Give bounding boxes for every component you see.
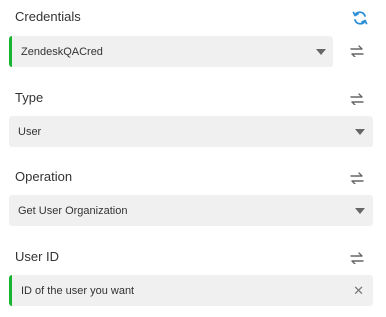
user-id-label: User ID xyxy=(15,249,60,264)
swap-arrows-icon[interactable] xyxy=(349,43,365,59)
type-select[interactable]: User xyxy=(9,116,373,147)
node-parameters-panel: Credentials ZendeskQACred Type User Oper… xyxy=(0,0,386,317)
type-value: User xyxy=(18,125,42,138)
operation-label: Operation xyxy=(15,169,73,184)
user-id-value: ID of the user you want xyxy=(21,284,135,297)
swap-arrows-icon[interactable] xyxy=(349,170,365,186)
swap-arrows-icon[interactable] xyxy=(349,91,365,107)
user-id-input[interactable]: ID of the user you want ✕ xyxy=(9,275,373,306)
chevron-down-icon xyxy=(355,129,365,135)
operation-value: Get User Organization xyxy=(18,204,128,217)
credentials-value: ZendeskQACred xyxy=(21,45,103,58)
type-label: Type xyxy=(15,90,44,105)
operation-select[interactable]: Get User Organization xyxy=(9,195,373,226)
close-icon[interactable]: ✕ xyxy=(353,284,364,297)
chevron-down-icon xyxy=(316,49,326,55)
credentials-label: Credentials xyxy=(15,9,81,24)
refresh-icon[interactable] xyxy=(351,9,369,27)
chevron-down-icon xyxy=(355,208,365,214)
swap-arrows-icon[interactable] xyxy=(349,250,365,266)
credentials-select[interactable]: ZendeskQACred xyxy=(9,36,333,67)
